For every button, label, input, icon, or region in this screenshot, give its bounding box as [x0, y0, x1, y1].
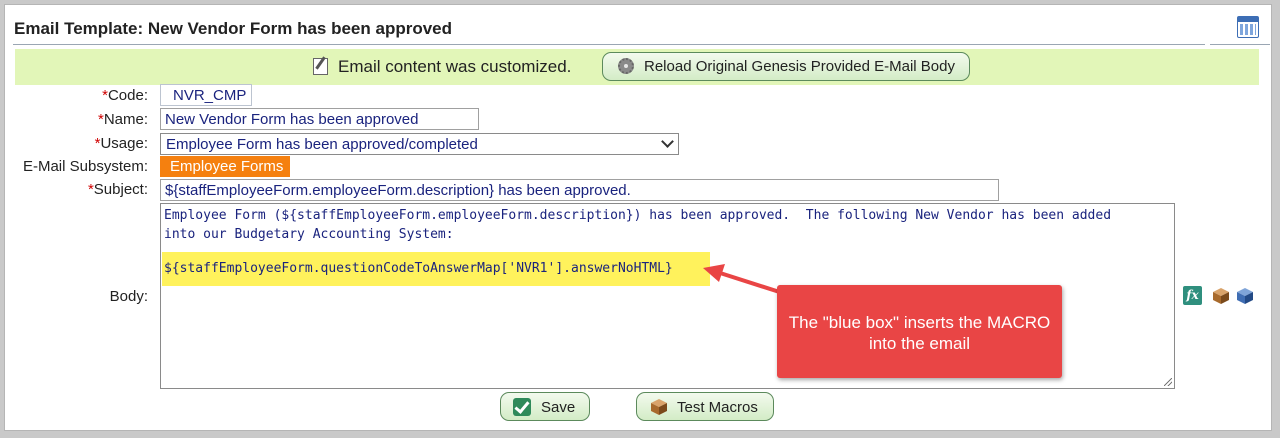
brown-box-icon [651, 399, 667, 415]
function-fx-icon[interactable]: fx [1183, 286, 1202, 305]
gear-icon [618, 58, 634, 74]
test-macros-button-label: Test Macros [677, 399, 758, 416]
usage-selected-value: Employee Form has been approved/complete… [166, 136, 478, 153]
header-divider-right [1210, 44, 1270, 45]
resize-handle[interactable] [1164, 378, 1172, 386]
body-line: into our Budgetary Accounting System: [164, 227, 454, 242]
brown-box-macro-icon[interactable] [1212, 287, 1230, 305]
subject-input[interactable] [160, 179, 999, 201]
reload-original-body-button[interactable]: Reload Original Genesis Provided E-Mail … [602, 52, 970, 81]
check-icon [513, 398, 531, 416]
subsystem-badge: Employee Forms [160, 156, 290, 177]
name-label: *Name: [97, 111, 148, 128]
subsystem-label: E-Mail Subsystem: [22, 158, 148, 175]
annotation-callout: The "blue box" inserts the MACRO into th… [777, 285, 1062, 378]
notice-text: Email content was customized. [338, 57, 572, 76]
edit-icon [313, 58, 328, 75]
reload-button-label: Reload Original Genesis Provided E-Mail … [644, 58, 955, 75]
body-label: Body: [109, 288, 148, 305]
body-line: Employee Form (${staffEmployeeForm.emplo… [164, 208, 1112, 223]
header: Email Template: New Vendor Form has been… [5, 5, 1271, 47]
header-divider [13, 44, 1205, 45]
usage-select[interactable]: Employee Form has been approved/complete… [160, 133, 679, 155]
customized-notice-bar: Email content was customized. Reload Ori… [15, 49, 1259, 85]
blue-box-insert-icon[interactable] [1236, 287, 1254, 305]
email-template-panel: Email Template: New Vendor Form has been… [4, 4, 1272, 431]
page-title: Email Template: New Vendor Form has been… [14, 19, 453, 38]
code-label: *Code: [102, 87, 148, 104]
usage-label: *Usage: [94, 135, 148, 152]
save-button-label: Save [541, 399, 576, 416]
chevron-down-icon [661, 135, 674, 148]
subject-label: *Subject: [87, 181, 148, 198]
code-value: NVR_CMP [160, 84, 252, 106]
save-button[interactable]: Save [500, 392, 590, 421]
calendar-icon[interactable] [1237, 16, 1259, 38]
test-macros-button[interactable]: Test Macros [636, 392, 774, 421]
body-line-macro: ${staffEmployeeForm.questionCodeToAnswer… [164, 261, 673, 276]
name-input[interactable] [160, 108, 479, 130]
